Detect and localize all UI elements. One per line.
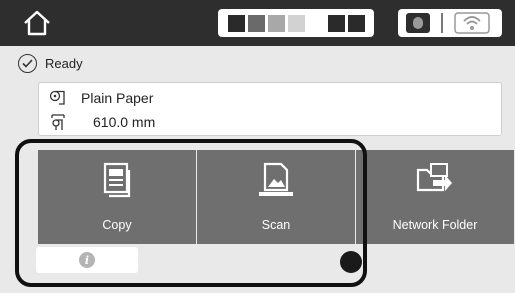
copy-tile[interactable]: Copy — [38, 150, 196, 244]
scan-label: Scan — [261, 218, 291, 232]
info-icon: i — [79, 252, 95, 268]
divider — [441, 13, 443, 33]
device-status-button[interactable] — [398, 9, 502, 37]
scan-tile[interactable]: Scan — [197, 150, 355, 244]
home-icon — [24, 10, 50, 36]
printer-status: Ready — [18, 50, 83, 76]
copy-label: Copy — [102, 218, 132, 232]
ink-levels-button[interactable] — [218, 9, 374, 37]
status-bar — [0, 0, 515, 46]
page-indicator[interactable] — [340, 251, 362, 273]
ink-level-6 — [348, 15, 365, 32]
ink-level-5 — [328, 15, 345, 32]
paper-width: 610.0 mm — [93, 114, 156, 130]
paper-setting-card[interactable]: Plain Paper 610.0 mm — [38, 82, 502, 136]
network-folder-tile[interactable]: Network Folder — [356, 150, 514, 244]
network-folder-label: Network Folder — [392, 218, 478, 232]
status-text: Ready — [45, 55, 83, 71]
home-button[interactable] — [18, 6, 56, 40]
wifi-icon — [454, 12, 490, 34]
maintenance-box-level — [413, 17, 423, 29]
ink-level-1 — [228, 15, 245, 32]
scan-icon — [259, 162, 293, 196]
maintenance-box-icon — [406, 13, 430, 33]
main-content: Ready Plain Paper 610.0 mm Copy Scan Net… — [0, 46, 515, 293]
paper-type: Plain Paper — [81, 90, 154, 106]
check-circle-icon — [18, 53, 37, 73]
copy-icon — [103, 162, 131, 198]
paper-roll-icon — [49, 90, 65, 105]
paper-width-icon — [51, 114, 65, 130]
paper-type-row: Plain Paper — [49, 87, 153, 109]
ink-level-2 — [248, 15, 265, 32]
paper-width-row: 610.0 mm — [49, 111, 155, 133]
info-button[interactable]: i — [36, 247, 138, 273]
ink-level-3 — [268, 15, 285, 32]
network-folder-icon — [416, 163, 452, 192]
ink-level-4 — [288, 15, 305, 32]
